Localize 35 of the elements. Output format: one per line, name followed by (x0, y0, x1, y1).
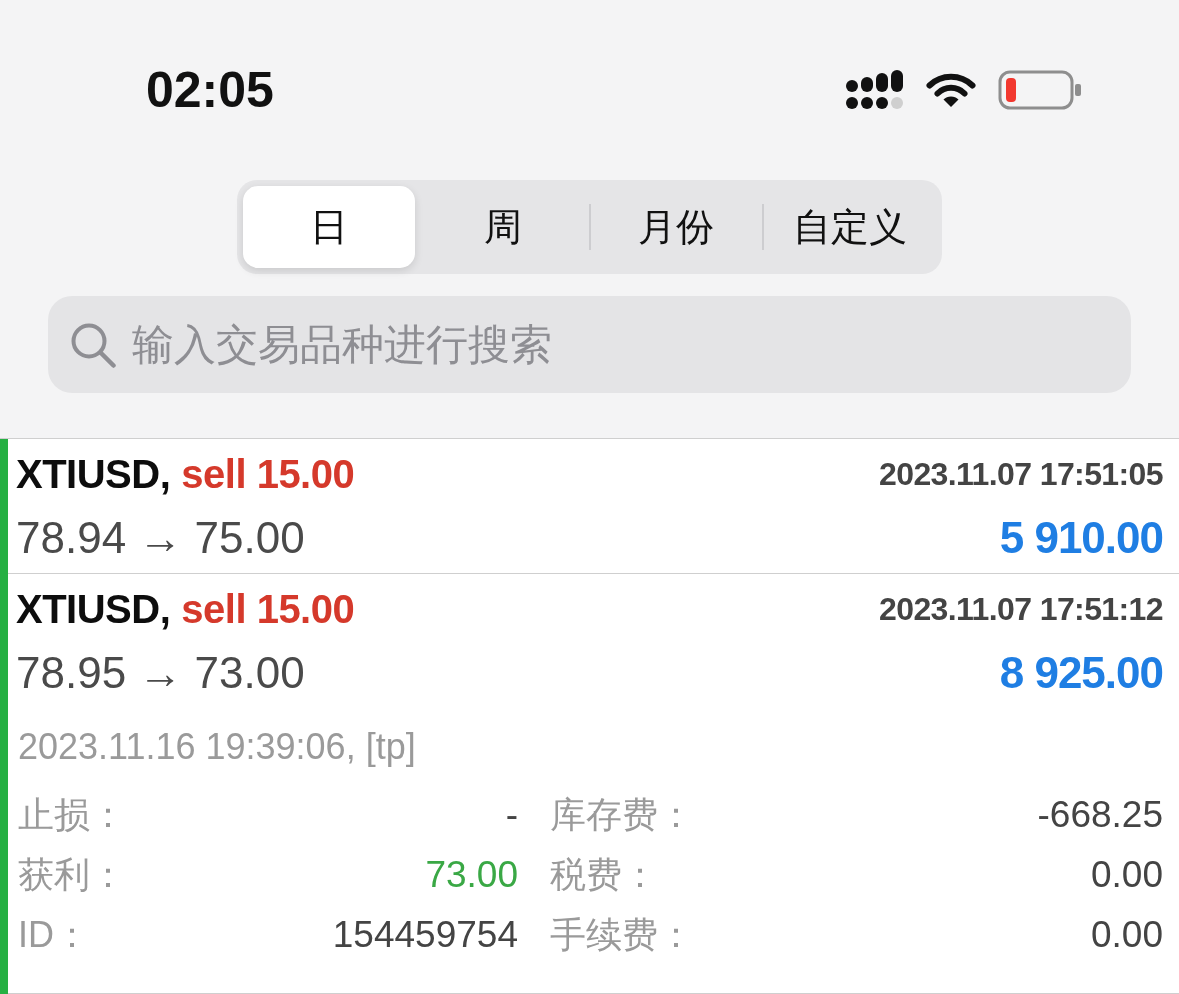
search-icon (70, 322, 116, 368)
detail-value: 0.00 (1091, 854, 1163, 896)
search-field[interactable]: 输入交易品种进行搜索 (48, 296, 1131, 393)
open-close-prices: 78.94 → 75.00 (16, 513, 305, 563)
trade-row[interactable]: XTIUSD, sell 15.00 2023.11.07 17:51:12 78.95 → 73.00 8 925.00 2023.11.16 19:39:06, [tp] 止损： - 获利： 73.00 ID： 154459754 库存费： -668.25 税费： 0.00 手续费： 0.00 (0, 574, 1179, 994)
detail-label: 税费： (549, 852, 658, 897)
detail-label: ID： (17, 912, 90, 957)
close-time-reason: 2023.11.16 19:39:06, [tp] (17, 725, 416, 769)
battery-icon (998, 70, 1082, 110)
status-time: 02:05 (146, 62, 274, 118)
open-time: 2023.11.07 17:51:05 (879, 455, 1163, 493)
period-tab[interactable]: 日 (243, 186, 415, 268)
period-tab[interactable]: 月份 (590, 186, 763, 268)
period-tab[interactable]: 自定义 (764, 186, 936, 268)
open-time: 2023.11.07 17:51:12 (879, 590, 1163, 628)
detail-label: 止损： (17, 792, 126, 837)
cellular-signal-icon (846, 70, 904, 110)
detail-value: 73.00 (425, 854, 518, 896)
detail-value: 154459754 (332, 914, 518, 956)
detail-value: - (505, 794, 518, 836)
detail-label: 库存费： (549, 792, 694, 837)
period-tab[interactable]: 周 (416, 186, 589, 268)
detail-label: 获利： (17, 852, 126, 897)
trade-row[interactable]: XTIUSD, sell 15.00 2023.11.07 17:51:05 78.94 → 75.00 5 910.00 (0, 439, 1179, 574)
profit-amount: 5 910.00 (999, 513, 1163, 563)
profit-amount: 8 925.00 (999, 648, 1163, 698)
order-type-volume: sell 15.00 (181, 586, 355, 632)
detail-value: 0.00 (1091, 914, 1163, 956)
detail-label: 手续费： (549, 912, 694, 957)
open-close-prices: 78.95 → 73.00 (16, 648, 305, 698)
trade-symbol: XTIUSD, (16, 586, 171, 632)
order-type-volume: sell 15.00 (181, 451, 355, 497)
wifi-icon (926, 72, 976, 108)
trade-symbol: XTIUSD, (16, 451, 171, 497)
detail-value: -668.25 (1037, 794, 1163, 836)
